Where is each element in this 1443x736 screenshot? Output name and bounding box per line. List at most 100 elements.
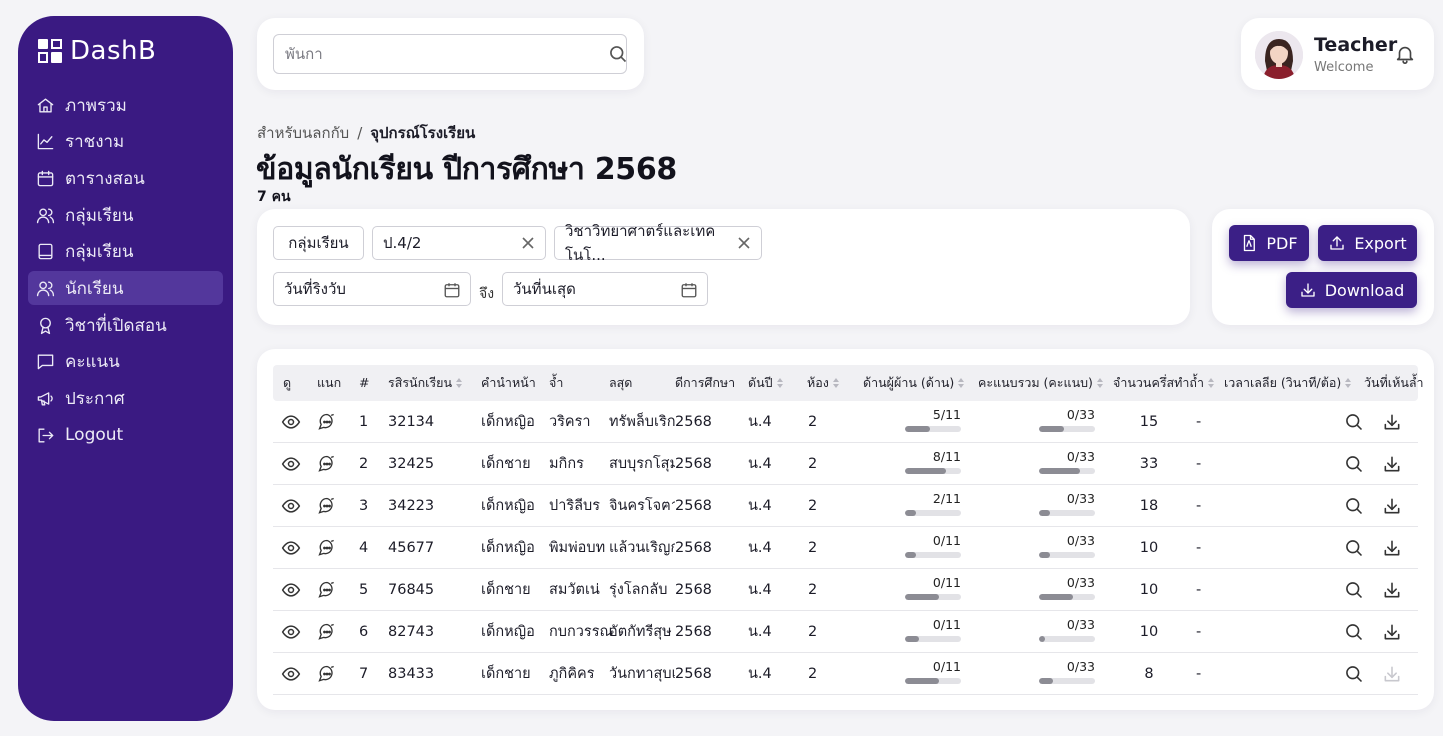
date-end-input[interactable]: วันที่นเสุด: [502, 272, 708, 306]
sidebar-item-4[interactable]: กลุ่มเรียน: [28, 235, 223, 269]
search-icon[interactable]: [1344, 580, 1364, 600]
inspect-action[interactable]: [1344, 611, 1364, 653]
sort-icon[interactable]: [832, 377, 840, 389]
eye-icon[interactable]: [281, 496, 301, 516]
calendar-icon[interactable]: [680, 281, 698, 299]
date-start-input[interactable]: วันที่ริงวับ: [273, 272, 471, 306]
search-icon[interactable]: [1344, 412, 1364, 432]
clear-subject-icon[interactable]: [737, 236, 751, 250]
clear-class-icon[interactable]: [521, 236, 535, 250]
download-button[interactable]: Download: [1286, 272, 1417, 308]
eye-icon[interactable]: [281, 454, 301, 474]
search-icon[interactable]: [1344, 538, 1364, 558]
search-icon[interactable]: [1344, 454, 1364, 474]
chat-action[interactable]: [317, 653, 337, 695]
download-icon[interactable]: [1382, 496, 1402, 516]
avatar[interactable]: [1255, 31, 1303, 79]
download-action[interactable]: [1382, 611, 1402, 653]
download-icon[interactable]: [1382, 454, 1402, 474]
sidebar-item-3[interactable]: กลุ่มเรียน: [28, 198, 223, 232]
column-header-grade[interactable]: ดันปี: [748, 365, 784, 401]
chat-bubble-icon[interactable]: [317, 454, 337, 474]
view-action[interactable]: [281, 527, 301, 569]
sidebar-item-7[interactable]: คะแนน: [28, 345, 223, 379]
chat-action[interactable]: [317, 569, 337, 611]
sidebar-item-9[interactable]: Logout: [28, 418, 223, 452]
sort-icon[interactable]: [957, 377, 965, 389]
download-icon[interactable]: [1382, 412, 1402, 432]
sidebar-item-0[interactable]: ภาพรวม: [28, 88, 223, 122]
inspect-action[interactable]: [1344, 653, 1364, 695]
search-icon[interactable]: [1344, 664, 1364, 684]
view-action[interactable]: [281, 653, 301, 695]
chat-action[interactable]: [317, 485, 337, 527]
eye-icon[interactable]: [281, 664, 301, 684]
grade: น.4: [748, 540, 772, 556]
column-header-attempts[interactable]: จำนวนครึ่สทำถ้ำ: [1113, 365, 1215, 401]
eye-icon[interactable]: [281, 622, 301, 642]
sidebar-item-8[interactable]: ประกาศ: [28, 382, 223, 416]
eye-icon[interactable]: [281, 580, 301, 600]
column-header-time[interactable]: เวลาเลลีย (วินาที/ต้อ): [1224, 365, 1352, 401]
view-action[interactable]: [281, 401, 301, 443]
search-input[interactable]: [273, 34, 627, 74]
sidebar-item-2[interactable]: ตารางสอน: [28, 161, 223, 195]
subject-filter-select[interactable]: วิชาวิทยาศาตร์และเทคโนโ...: [554, 222, 762, 264]
download-icon[interactable]: [1382, 580, 1402, 600]
eye-icon[interactable]: [281, 412, 301, 432]
chat-action[interactable]: [317, 527, 337, 569]
chat-bubble-icon[interactable]: [317, 412, 337, 432]
brand[interactable]: DashB: [38, 36, 233, 66]
download-action[interactable]: [1382, 485, 1402, 527]
bell-icon[interactable]: [1394, 43, 1416, 65]
calendar-icon[interactable]: [443, 281, 461, 299]
download-icon[interactable]: [1382, 622, 1402, 642]
chat-action[interactable]: [317, 401, 337, 443]
column-header-label: เวลาเลลีย (วินาที/ต้อ): [1224, 375, 1342, 390]
sidebar-item-6[interactable]: วิชาที่เปิดสอน: [28, 308, 223, 342]
column-header-score[interactable]: คะแนบรวม (คะแนบ): [978, 365, 1104, 401]
export-button[interactable]: Export: [1318, 225, 1417, 261]
column-header-homework[interactable]: ด้านผู้ผ้าน (ด้าน): [863, 365, 965, 401]
inspect-action[interactable]: [1344, 401, 1364, 443]
search-icon[interactable]: [1344, 622, 1364, 642]
inspect-action[interactable]: [1344, 485, 1364, 527]
pdf-button[interactable]: PDF: [1229, 225, 1309, 261]
breadcrumb-parent[interactable]: สำหรับนลกกับ: [257, 124, 349, 142]
chat-bubble-icon[interactable]: [317, 580, 337, 600]
inspect-action[interactable]: [1344, 569, 1364, 611]
download-action[interactable]: [1382, 527, 1402, 569]
homework-progress-fill: [905, 426, 931, 432]
chat-action[interactable]: [317, 443, 337, 485]
sort-icon[interactable]: [776, 377, 784, 389]
chat-bubble-icon[interactable]: [317, 622, 337, 642]
view-action[interactable]: [281, 443, 301, 485]
sort-icon[interactable]: [1096, 377, 1104, 389]
view-action[interactable]: [281, 611, 301, 653]
view-action[interactable]: [281, 569, 301, 611]
download-icon[interactable]: [1382, 538, 1402, 558]
sidebar-item-1[interactable]: ราชงาม: [28, 125, 223, 159]
sidebar-item-5[interactable]: นักเรียน: [28, 271, 223, 306]
group-filter-button[interactable]: กลุ่มเรียน: [273, 226, 364, 260]
chat-bubble-icon[interactable]: [317, 538, 337, 558]
search-icon[interactable]: [1344, 496, 1364, 516]
homework-progress: 0/11: [905, 617, 961, 642]
inspect-action[interactable]: [1344, 527, 1364, 569]
sort-icon[interactable]: [455, 377, 463, 389]
chat-action[interactable]: [317, 611, 337, 653]
column-header-room[interactable]: ห้อง: [807, 365, 840, 401]
eye-icon[interactable]: [281, 538, 301, 558]
download-action[interactable]: [1382, 569, 1402, 611]
download-action[interactable]: [1382, 443, 1402, 485]
download-action[interactable]: [1382, 401, 1402, 443]
search-icon[interactable]: [608, 44, 628, 64]
chat-bubble-icon[interactable]: [317, 664, 337, 684]
chat-bubble-icon[interactable]: [317, 496, 337, 516]
sort-icon[interactable]: [1344, 377, 1352, 389]
view-action[interactable]: [281, 485, 301, 527]
class-filter-select[interactable]: ป.4/2: [372, 226, 546, 260]
inspect-action[interactable]: [1344, 443, 1364, 485]
column-header-student-id[interactable]: รสิรนักเรียน: [388, 365, 463, 401]
sort-icon[interactable]: [1207, 377, 1215, 389]
